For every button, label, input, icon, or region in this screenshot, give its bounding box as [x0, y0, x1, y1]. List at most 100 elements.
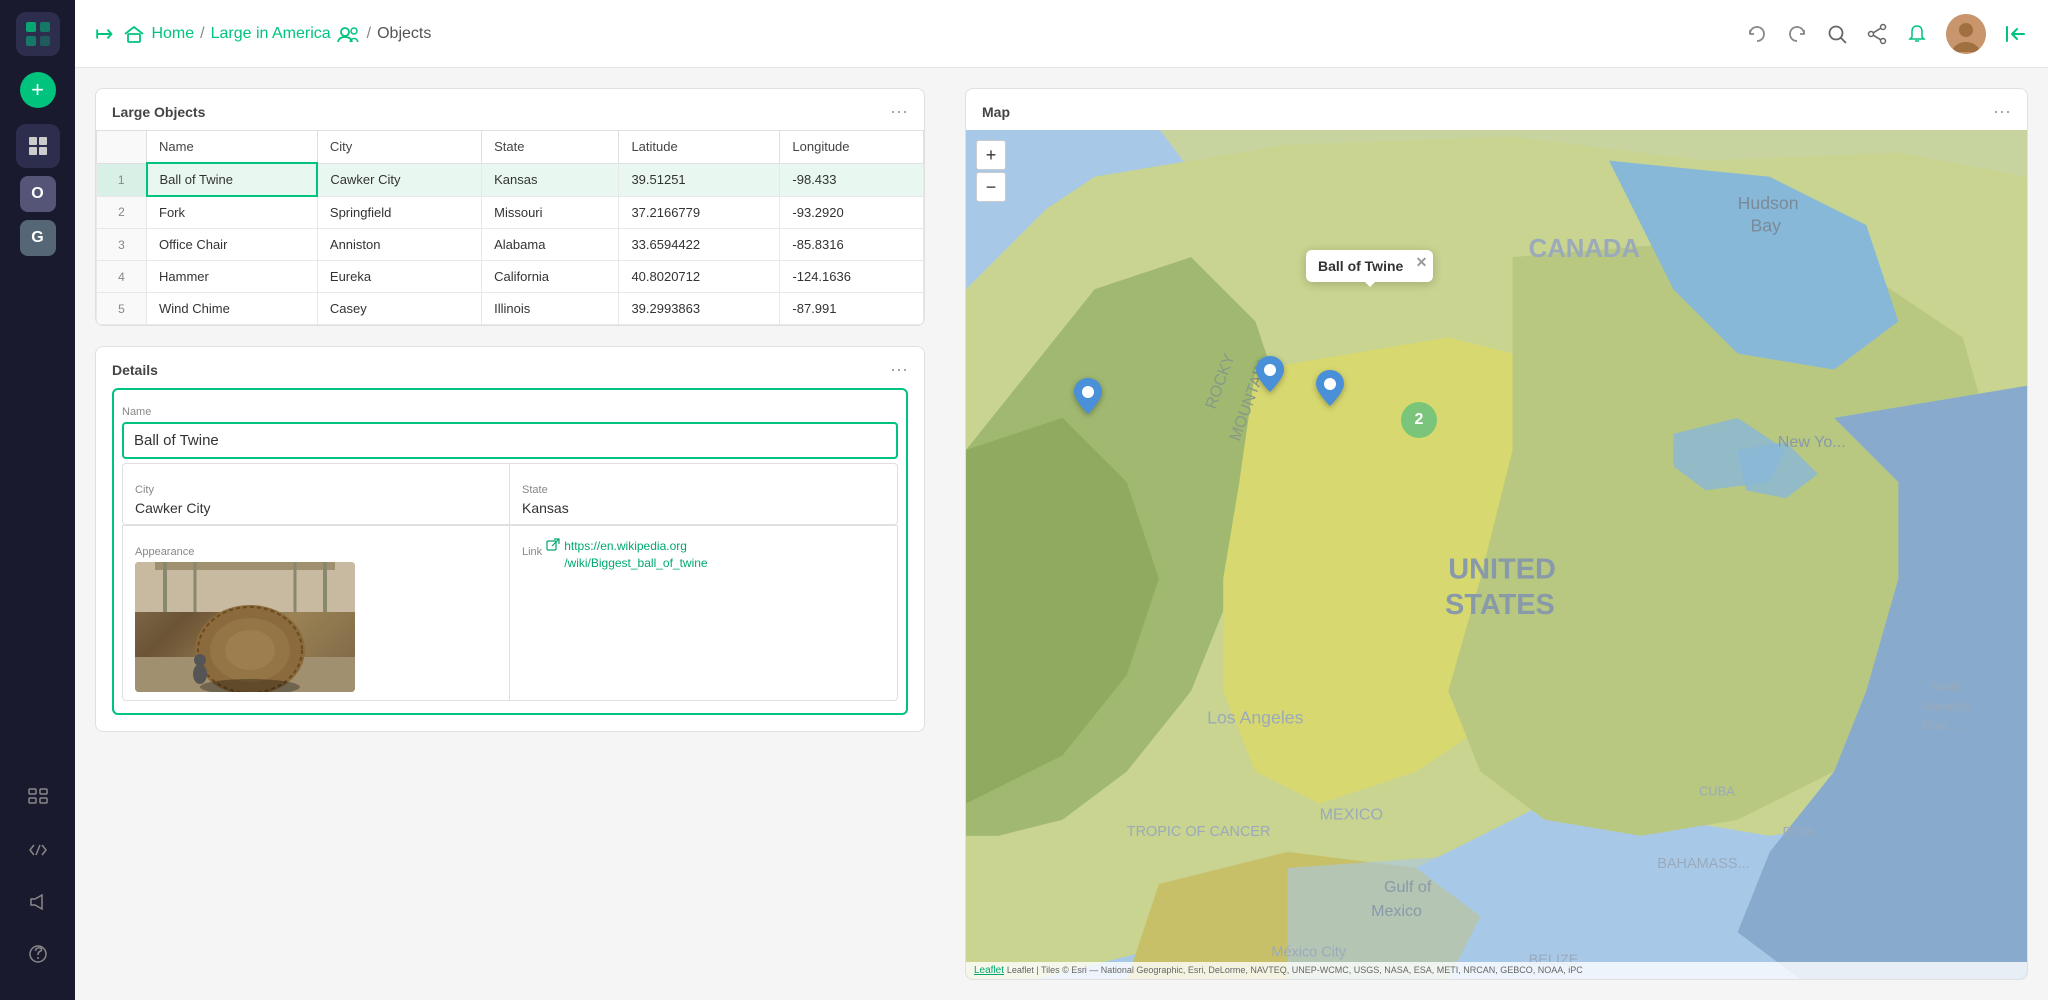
row-num: 3 [97, 229, 147, 261]
map-container[interactable]: Hudson Bay CANADA ROCKY MOUNTAIN UNITED … [966, 130, 2027, 979]
map-title: Map [982, 104, 1010, 120]
project-link[interactable]: Large in America [211, 25, 331, 43]
col-name[interactable]: Name [147, 131, 318, 164]
share-button[interactable] [1866, 23, 1888, 45]
table-row[interactable]: 3Office ChairAnnistonAlabama33.6594422-8… [97, 229, 924, 261]
megaphone-icon[interactable] [16, 880, 60, 924]
row-name: Fork [147, 196, 318, 229]
breadcrumb-sep-1: / [200, 25, 204, 43]
popup-close-button[interactable]: ✕ [1416, 254, 1428, 271]
large-objects-table: Name City State Latitude Longitude 1Ball… [96, 130, 924, 325]
pin-ball-of-twine[interactable] [1256, 356, 1284, 397]
row-name: Hammer [147, 261, 318, 293]
details-menu[interactable]: ··· [890, 359, 908, 380]
app-logo[interactable] [16, 12, 60, 56]
help-icon[interactable] [16, 932, 60, 976]
search-button[interactable] [1826, 23, 1848, 45]
row-lat: 39.2993863 [619, 293, 780, 325]
svg-text:America: America [1923, 698, 1971, 713]
map-attribution: Leaflet Leaflet | Tiles © Esri — Nationa… [966, 962, 2027, 979]
large-objects-header: Large Objects ··· [96, 89, 924, 130]
export-icon[interactable]: ↦ [95, 21, 113, 47]
state-cell: State Kansas [510, 464, 897, 524]
zoom-in-button[interactable]: + [976, 140, 1006, 170]
city-label: City [135, 484, 497, 496]
code-icon[interactable] [16, 828, 60, 872]
grid-icon[interactable] [16, 776, 60, 820]
pin-hammer[interactable] [1074, 378, 1102, 419]
svg-text:CANADA: CANADA [1529, 235, 1640, 263]
city-cell: City Cawker City [123, 464, 510, 524]
col-state[interactable]: State [482, 131, 619, 164]
svg-text:STATES: STATES [1445, 589, 1555, 621]
row-state: Alabama [482, 229, 619, 261]
twine-image-svg [135, 562, 355, 692]
leaflet-link[interactable]: Leaflet [974, 965, 1004, 976]
row-lon: -85.8316 [780, 229, 924, 261]
name-label: Name [122, 406, 898, 418]
details-body: Name City Cawker City State Kansas [96, 388, 924, 731]
table-row[interactable]: 2ForkSpringfieldMissouri37.2166779-93.29… [97, 196, 924, 229]
svg-text:North: North [1931, 679, 1962, 694]
home-link[interactable]: Home [151, 25, 194, 43]
svg-text:Mexico: Mexico [1371, 902, 1422, 920]
table-row[interactable]: 1Ball of TwineCawker CityKansas39.51251-… [97, 163, 924, 196]
row-state: Kansas [482, 163, 619, 196]
large-objects-title: Large Objects [112, 104, 205, 120]
map-menu[interactable]: ··· [1993, 101, 2011, 122]
appearance-image[interactable] [135, 562, 355, 692]
row-state: California [482, 261, 619, 293]
row-city: Eureka [317, 261, 481, 293]
col-city[interactable]: City [317, 131, 481, 164]
topnav-actions [1746, 14, 2028, 54]
appearance-label: Appearance [135, 546, 497, 558]
col-lon[interactable]: Longitude [780, 131, 924, 164]
table-header-row: Name City State Latitude Longitude [97, 131, 924, 164]
home-icon [123, 25, 145, 43]
row-lat: 33.6594422 [619, 229, 780, 261]
row-lon: -87.991 [780, 293, 924, 325]
people-icon [337, 25, 361, 43]
large-objects-menu[interactable]: ··· [890, 101, 908, 122]
table-row[interactable]: 5Wind ChimeCaseyIllinois39.2993863-87.99… [97, 293, 924, 325]
name-input[interactable] [122, 422, 898, 459]
sidebar-item-o[interactable]: O [20, 176, 56, 212]
row-lon: -98.433 [780, 163, 924, 196]
row-num: 1 [97, 163, 147, 196]
svg-text:Hudson: Hudson [1738, 193, 1799, 213]
map-svg: Hudson Bay CANADA ROCKY MOUNTAIN UNITED … [966, 130, 2027, 979]
sidebar-item-g[interactable]: G [20, 220, 56, 256]
row-state: Missouri [482, 196, 619, 229]
map-cluster-badge[interactable]: 2 [1401, 402, 1437, 438]
popup-text: Ball of Twine [1318, 258, 1403, 274]
collapse-button[interactable] [2004, 22, 2028, 46]
sidebar-item-objects[interactable] [16, 124, 60, 168]
bell-button[interactable] [1906, 23, 1928, 45]
svg-text:DOM...: DOM... [1783, 824, 1824, 839]
row-num: 4 [97, 261, 147, 293]
map-popup: Ball of Twine ✕ [1306, 250, 1433, 282]
sidebar-bottom [16, 776, 60, 988]
row-lon: -124.1636 [780, 261, 924, 293]
table-row[interactable]: 4HammerEurekaCalifornia40.8020712-124.16… [97, 261, 924, 293]
objects-breadcrumb: Objects [377, 25, 431, 43]
pin-fork[interactable] [1316, 370, 1344, 411]
col-lat[interactable]: Latitude [619, 131, 780, 164]
row-name: Wind Chime [147, 293, 318, 325]
svg-text:CUBA: CUBA [1699, 784, 1735, 799]
wiki-link[interactable]: https://en.wikipedia.org/wiki/Biggest_ba… [564, 538, 707, 572]
add-button[interactable]: + [20, 72, 56, 108]
map-section: Map ··· [965, 88, 2028, 980]
row-lon: -93.2920 [780, 196, 924, 229]
row-lat: 40.8020712 [619, 261, 780, 293]
redo-button[interactable] [1786, 23, 1808, 45]
row-city: Springfield [317, 196, 481, 229]
zoom-out-button[interactable]: − [976, 172, 1006, 202]
map-header: Map ··· [966, 89, 2027, 130]
undo-button[interactable] [1746, 23, 1768, 45]
svg-text:UNITED: UNITED [1448, 554, 1556, 586]
cluster-count: 2 [1415, 411, 1424, 429]
row-name: Office Chair [147, 229, 318, 261]
avatar[interactable] [1946, 14, 1986, 54]
topnav: ↦ Home / Large in America / Objects [75, 0, 2048, 68]
